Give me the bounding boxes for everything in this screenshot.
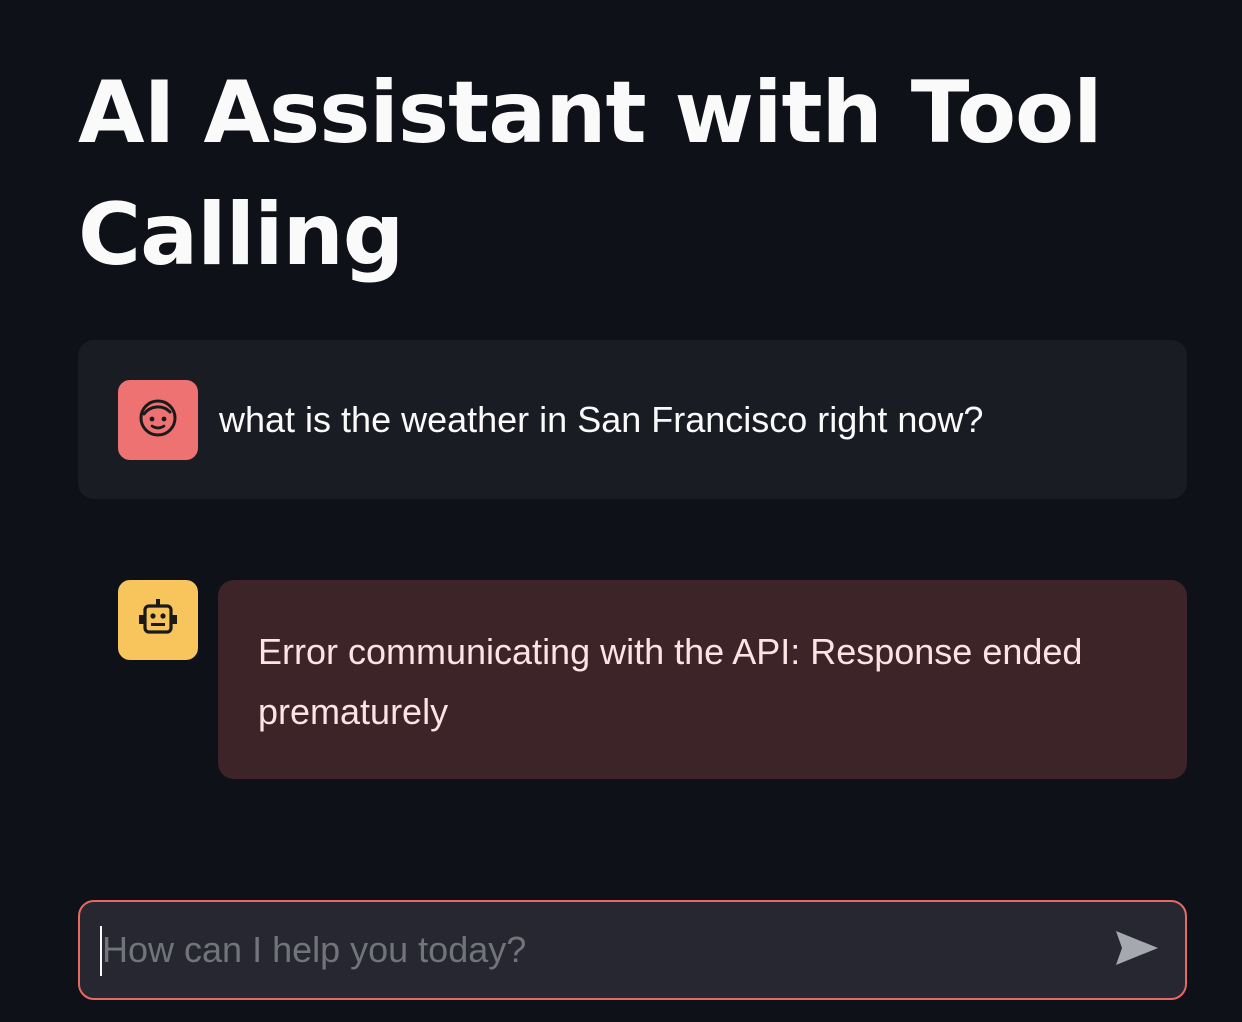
face-icon [136,396,180,445]
chat-input[interactable] [102,902,1082,998]
assistant-message-text: Error communicating with the API: Respon… [258,631,1083,732]
assistant-avatar [118,580,198,660]
assistant-error-message: Error communicating with the API: Respon… [218,580,1187,779]
robot-icon [136,596,180,645]
send-icon [1114,928,1160,973]
user-message: what is the weather in San Francisco rig… [78,340,1187,499]
send-button[interactable] [1113,928,1161,972]
user-message-text: what is the weather in San Francisco rig… [219,399,984,440]
page-title: AI Assistant with Tool Calling [78,63,1103,285]
app-page: AI Assistant with Tool Calling what is t… [0,0,1242,1022]
user-avatar [118,380,198,460]
chat-input-container[interactable] [78,900,1187,1000]
